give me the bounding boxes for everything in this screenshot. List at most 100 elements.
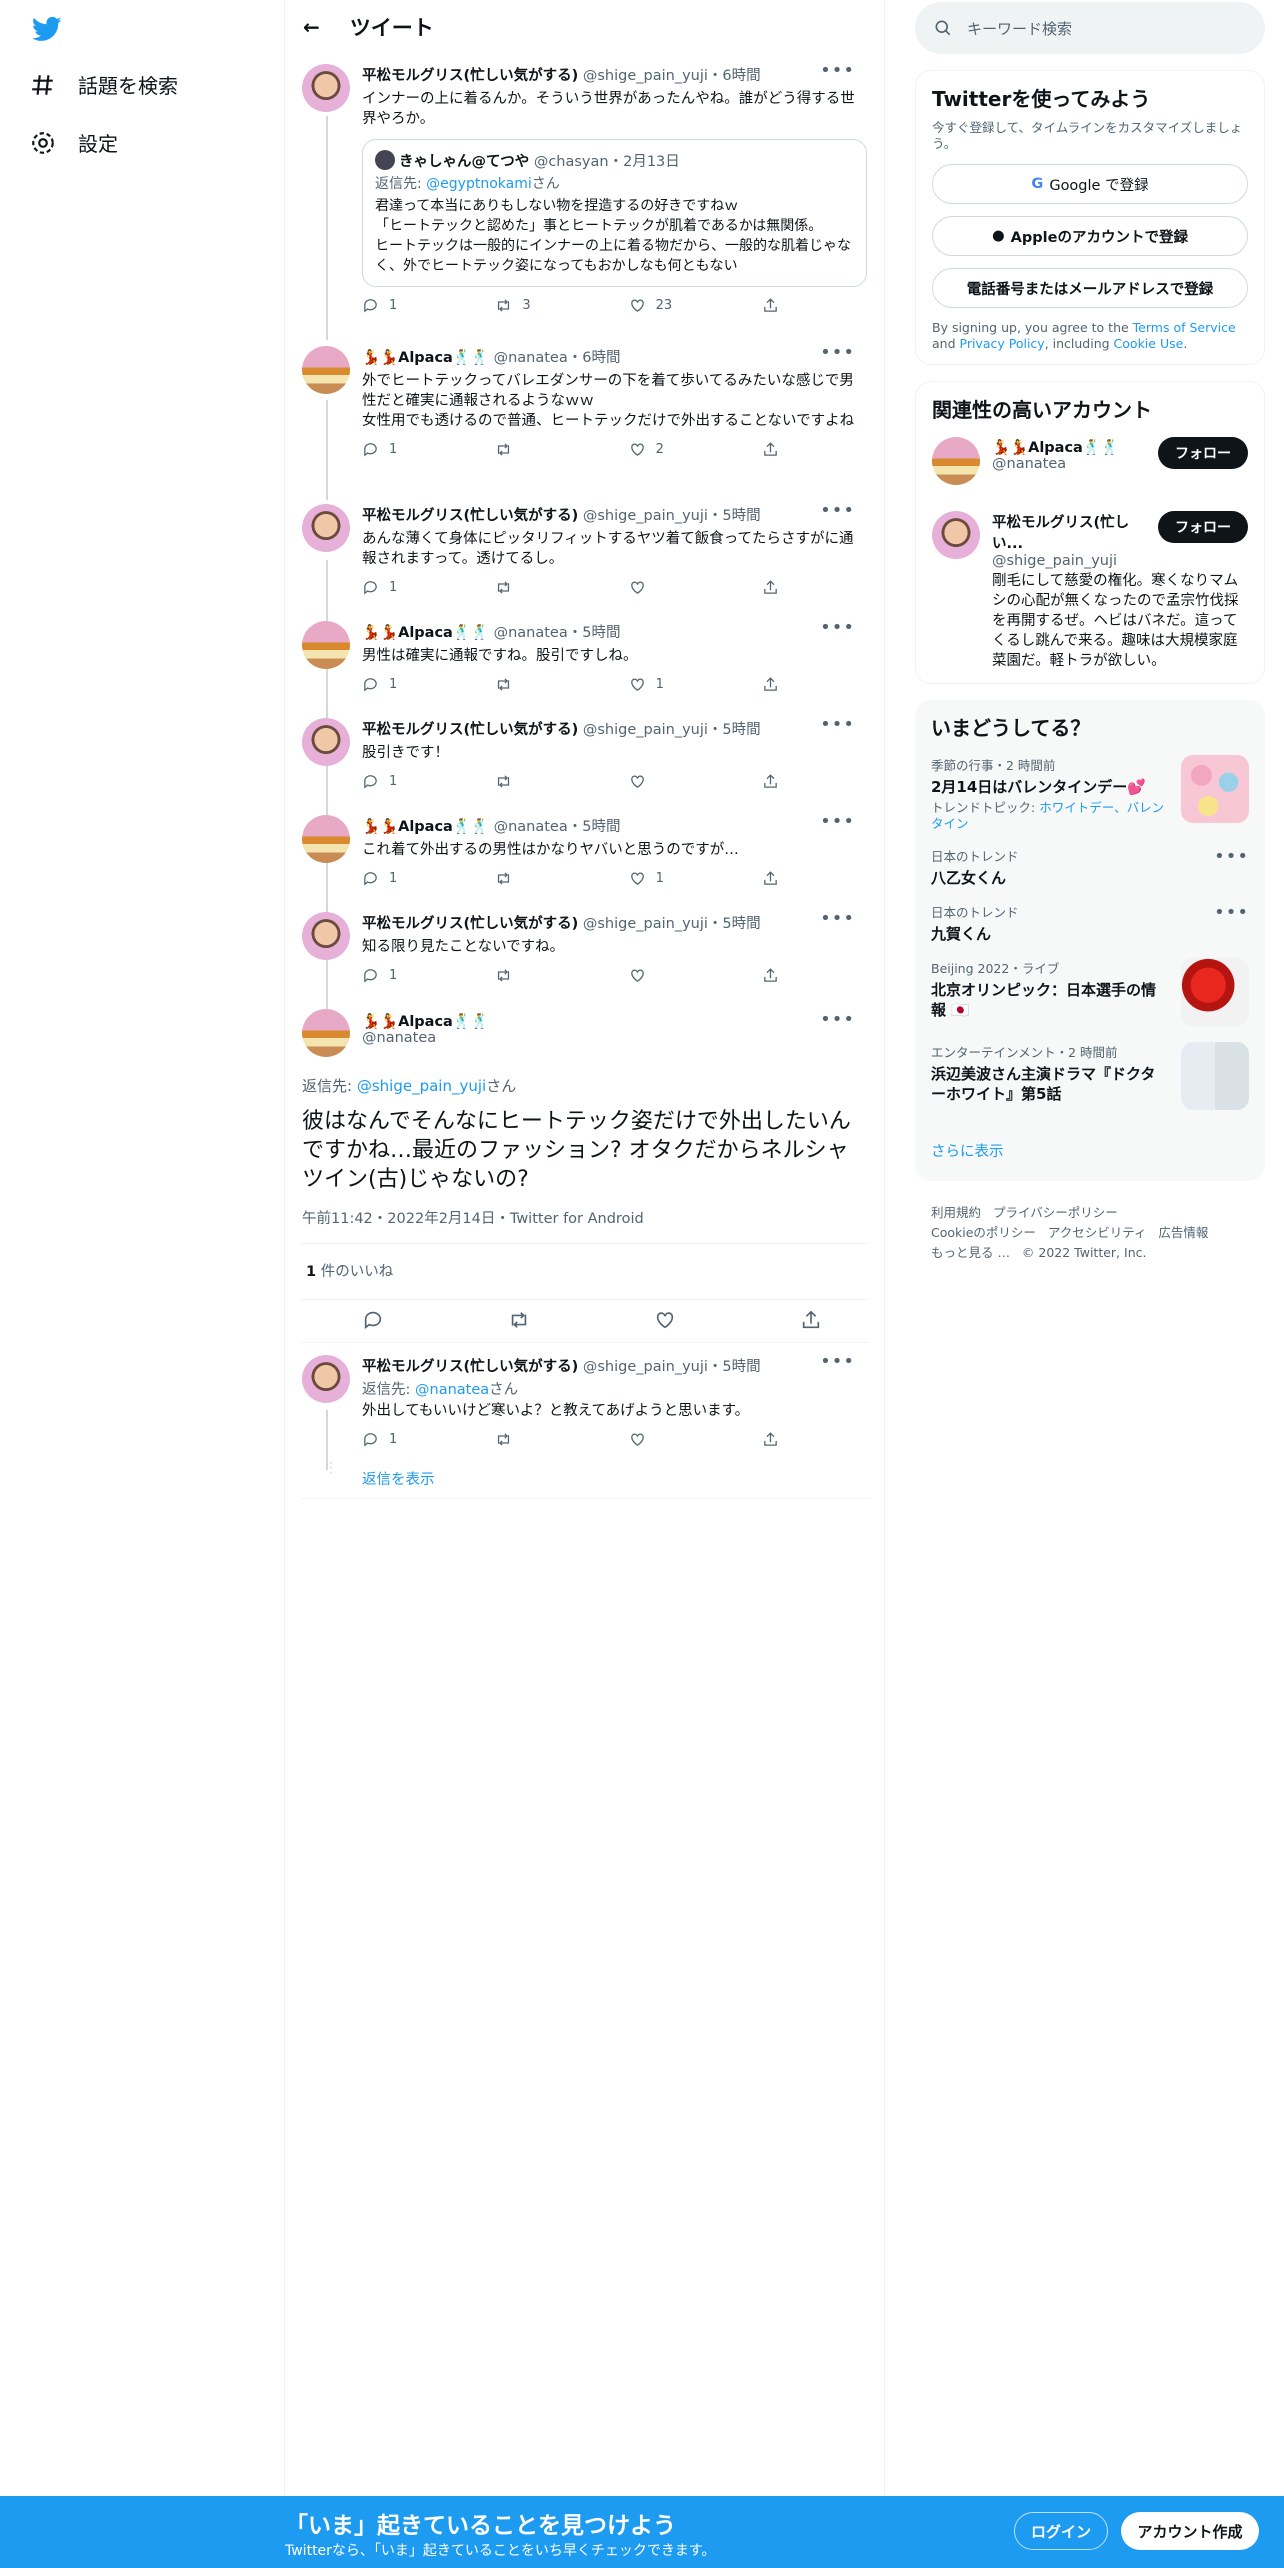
show-more-link[interactable]: さらに表示 — [931, 1144, 1004, 1160]
reply-to-link[interactable]: @shige_pain_yuji — [357, 1077, 486, 1095]
nav-settings[interactable]: 設定 — [30, 128, 118, 157]
author-name[interactable]: 💃💃Alpaca🕺🕺 — [362, 350, 489, 366]
more-icon[interactable]: ••• — [1214, 846, 1249, 867]
more-icon[interactable]: ••• — [820, 60, 855, 81]
avatar[interactable] — [302, 1009, 350, 1057]
reply-button[interactable]: 1 — [362, 676, 462, 693]
avatar[interactable] — [932, 511, 980, 559]
author-handle[interactable]: @nanatea — [494, 350, 568, 366]
tweet-meta[interactable]: 午前11:42・2022年2月14日・Twitter for Android — [302, 1207, 644, 1228]
privacy-link[interactable]: Privacy Policy — [960, 336, 1045, 351]
avatar[interactable] — [302, 64, 350, 112]
avatar[interactable] — [302, 621, 350, 669]
tweet-time[interactable]: ・6時間 — [708, 68, 761, 84]
signup-button[interactable]: アカウント作成 — [1121, 2512, 1259, 2550]
follow-button[interactable]: フォロー — [1158, 437, 1248, 469]
avatar[interactable] — [302, 718, 350, 766]
like-button[interactable]: 1 — [629, 676, 729, 693]
share-button[interactable] — [762, 297, 802, 314]
share-button[interactable] — [762, 1431, 802, 1448]
quoted-tweet[interactable]: きゃしゃん@てつや @chasyan・2月13日 返信先: @egyptnoka… — [362, 139, 867, 287]
author-name[interactable]: 平松モルグリス(忙しい気がする) — [362, 916, 578, 932]
reply-button[interactable]: 1 — [362, 1431, 462, 1448]
tweet-time[interactable]: ・5時間 — [708, 1359, 761, 1375]
more-icon[interactable]: ••• — [820, 617, 855, 638]
reply-button[interactable]: 1 — [362, 773, 462, 790]
cookie-link[interactable]: Cookie Use — [1114, 336, 1184, 351]
author-handle[interactable]: @shige_pain_yuji — [583, 722, 708, 738]
google-signup-button[interactable]: G Google で登録 — [932, 164, 1248, 204]
author-name[interactable]: 💃💃Alpaca🕺🕺 — [362, 1014, 489, 1030]
share-button[interactable] — [762, 579, 802, 596]
reply-icon[interactable] — [362, 1309, 384, 1331]
account-name[interactable]: 💃💃Alpaca🕺🕺 — [992, 440, 1119, 456]
avatar[interactable] — [932, 437, 980, 485]
reply-button[interactable]: 1 — [362, 441, 462, 458]
like-button[interactable] — [629, 967, 729, 984]
account-row[interactable]: 平松モルグリス(忙しい... @shige_pain_yuji フォロー 剛毛にし… — [932, 511, 1248, 671]
heart-icon[interactable] — [654, 1309, 676, 1331]
nav-explore[interactable]: 話題を検索 — [30, 70, 178, 99]
footer-accessibility-link[interactable]: アクセシビリティ — [1048, 1225, 1147, 1240]
retweet-button[interactable] — [495, 967, 595, 984]
tweet-time[interactable]: ・5時間 — [708, 722, 761, 738]
login-button[interactable]: ログイン — [1014, 2512, 1108, 2550]
tweet-time[interactable]: ・6時間 — [568, 350, 621, 366]
author-name[interactable]: 平松モルグリス(忙しい気がする) — [362, 68, 578, 84]
author-handle[interactable]: @shige_pain_yuji — [583, 1359, 708, 1375]
tweet-time[interactable]: ・5時間 — [568, 625, 621, 641]
like-button[interactable] — [629, 579, 729, 596]
avatar[interactable] — [302, 912, 350, 960]
terms-link[interactable]: Terms of Service — [1133, 320, 1236, 335]
author-handle[interactable]: @nanatea — [362, 1030, 436, 1046]
search-input[interactable]: キーワード検索 — [915, 2, 1265, 54]
retweet-button[interactable] — [495, 579, 595, 596]
more-icon[interactable]: ••• — [820, 500, 855, 521]
retweet-button[interactable] — [495, 441, 595, 458]
reply-button[interactable]: 1 — [362, 579, 462, 596]
more-icon[interactable]: ••• — [820, 811, 855, 832]
reply-button[interactable]: 1 — [362, 967, 462, 984]
more-icon[interactable]: ••• — [820, 1351, 855, 1372]
author-name[interactable]: 平松モルグリス(忙しい気がする) — [362, 508, 578, 524]
author-handle[interactable]: @shige_pain_yuji — [583, 916, 708, 932]
reply-button[interactable]: 1 — [362, 870, 462, 887]
share-button[interactable] — [762, 441, 802, 458]
like-button[interactable] — [629, 1431, 729, 1448]
retweet-button[interactable] — [495, 676, 595, 693]
author-handle[interactable]: @shige_pain_yuji — [583, 508, 708, 524]
author-handle[interactable]: @shige_pain_yuji — [583, 68, 708, 84]
more-icon[interactable]: ••• — [820, 714, 855, 735]
tweet-time[interactable]: ・5時間 — [568, 819, 621, 835]
footer-privacy-link[interactable]: プライバシーポリシー — [993, 1205, 1118, 1220]
apple-signup-button[interactable]: ● Appleのアカウントで登録 — [932, 216, 1248, 256]
more-icon[interactable]: ••• — [820, 1009, 855, 1030]
tweet-time[interactable]: ・5時間 — [708, 508, 761, 524]
more-icon[interactable]: ••• — [1214, 902, 1249, 923]
footer-ads-link[interactable]: 広告情報 — [1158, 1225, 1208, 1240]
follow-button[interactable]: フォロー — [1158, 511, 1248, 543]
retweet-button[interactable] — [495, 773, 595, 790]
trend-item[interactable]: 日本のトレンド 八乙女くん ••• — [931, 846, 1249, 888]
show-replies-link[interactable]: 返信を表示 — [362, 1472, 435, 1488]
footer-cookie-link[interactable]: Cookieのポリシー — [931, 1225, 1036, 1240]
author-handle[interactable]: @nanatea — [494, 819, 568, 835]
avatar[interactable] — [302, 815, 350, 863]
share-button[interactable] — [762, 773, 802, 790]
share-icon[interactable] — [800, 1309, 822, 1331]
share-button[interactable] — [762, 967, 802, 984]
avatar[interactable] — [302, 1355, 350, 1403]
avatar[interactable] — [302, 346, 350, 394]
like-button[interactable]: 23 — [629, 297, 729, 314]
more-icon[interactable]: ••• — [820, 908, 855, 929]
author-name[interactable]: 平松モルグリス(忙しい気がする) — [362, 1359, 578, 1375]
trend-item[interactable]: 季節の行事・2 時間前 2月14日はバレンタインデー💕 トレンドトピック: ホワ… — [931, 755, 1249, 832]
account-name[interactable]: 平松モルグリス(忙しい... — [992, 515, 1129, 552]
retweet-button[interactable] — [495, 1431, 595, 1448]
trend-item[interactable]: エンターテインメント・2 時間前 浜辺美波さん主演ドラマ『ドクターホワイト』第5… — [931, 1042, 1249, 1112]
trend-item[interactable]: 日本のトレンド 九賀くん ••• — [931, 902, 1249, 944]
author-name[interactable]: 💃💃Alpaca🕺🕺 — [362, 819, 489, 835]
retweet-icon[interactable] — [508, 1309, 530, 1331]
back-arrow-icon[interactable]: ← — [303, 15, 320, 39]
share-button[interactable] — [762, 870, 802, 887]
